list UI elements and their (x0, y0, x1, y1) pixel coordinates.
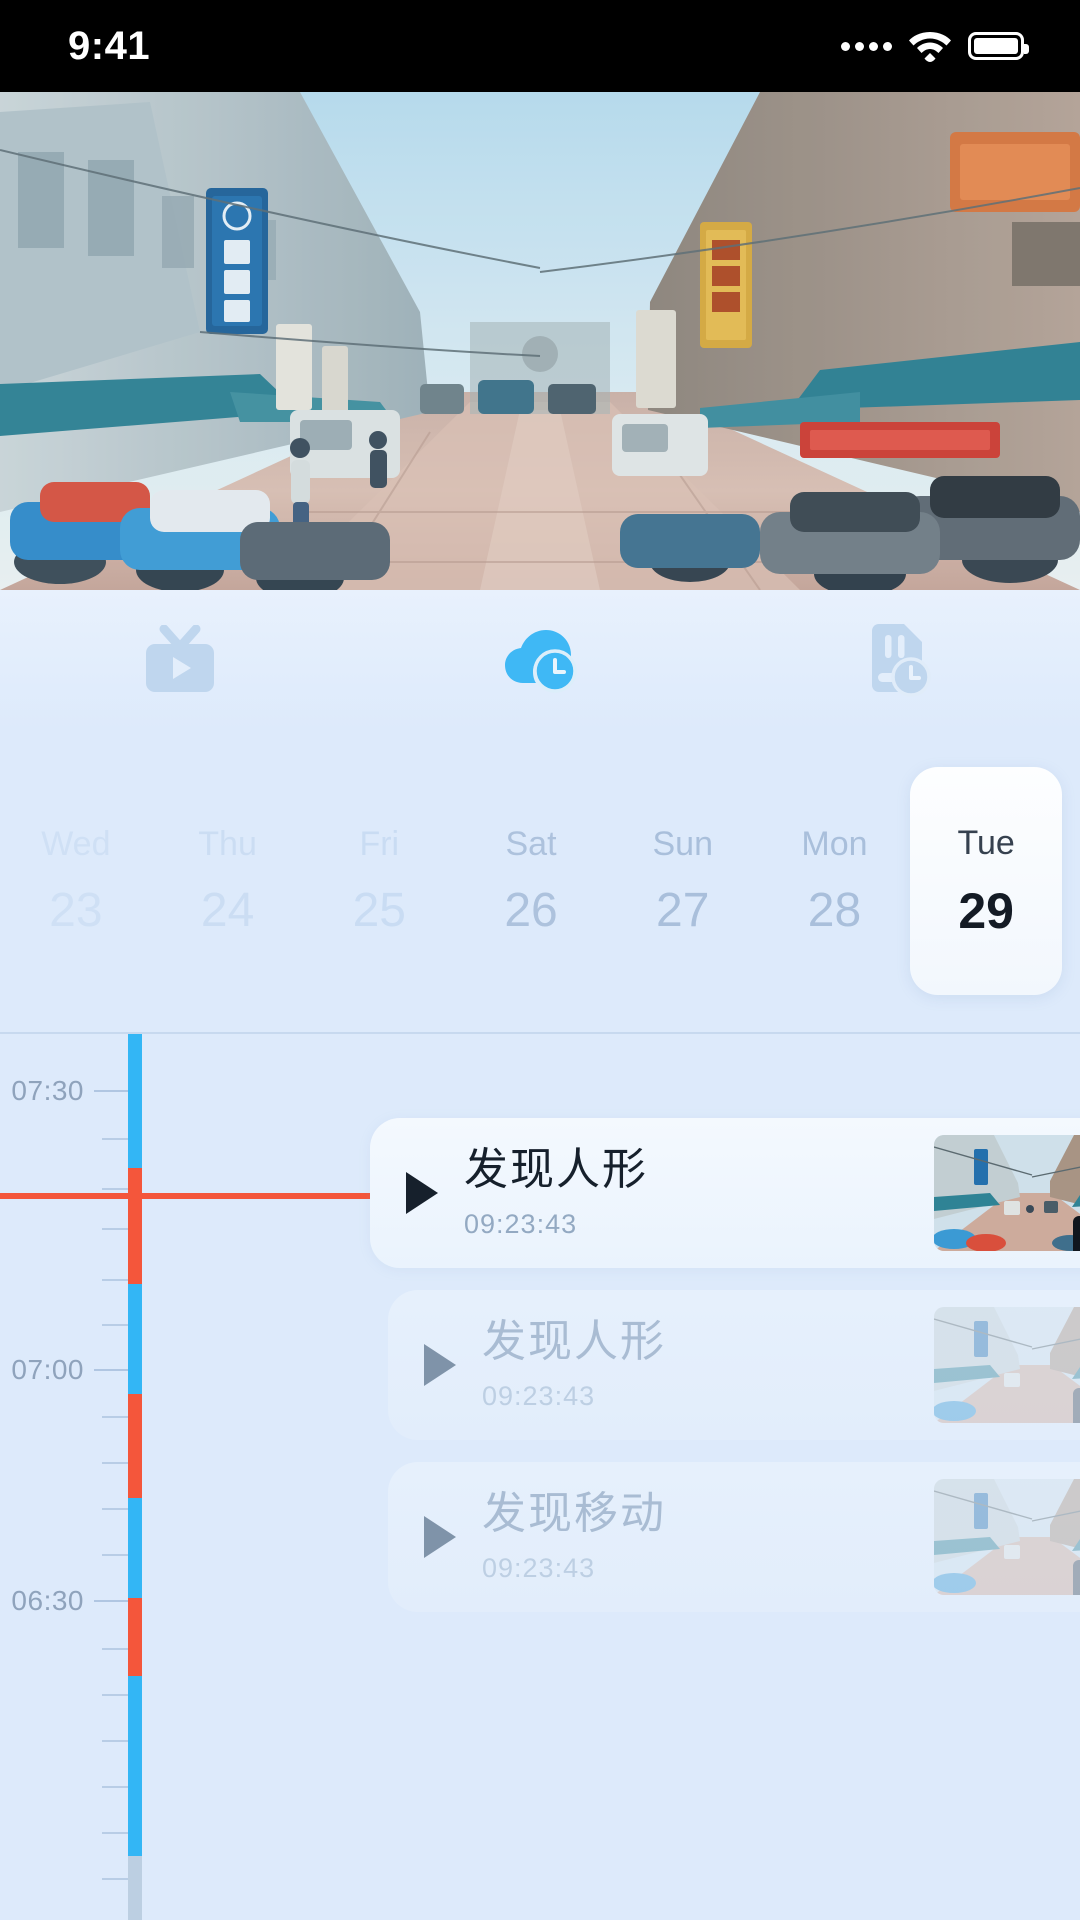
date-item-26[interactable]: Sat 26 (455, 730, 607, 1032)
cloud-clock-icon (505, 630, 577, 693)
date-dow: Thu (198, 825, 257, 863)
status-time: 9:41 (68, 24, 151, 68)
status-bar: 9:41 (0, 0, 1080, 92)
date-dow: Mon (801, 825, 868, 863)
event-time: 09:23:43 (482, 1381, 596, 1412)
status-indicators (841, 29, 1029, 63)
date-day: 26 (504, 884, 558, 937)
event-thumbnail[interactable]: 23" (934, 1479, 1080, 1595)
play-triangle-icon (424, 1516, 456, 1558)
event-thumbnail[interactable]: 23" (934, 1307, 1080, 1423)
tab-cloud[interactable] (360, 590, 720, 730)
event-list: 发现人形 09:23:43 发现人形 09:23:43 发现移动 09:23:4… (0, 1034, 1080, 1920)
play-triangle-icon (424, 1344, 456, 1386)
date-item-23[interactable]: Wed 23 (0, 730, 152, 1032)
app-screen: 9:41 Wed 23 Thu 24 Fri 25 Sat 26 Sun 27 … (0, 0, 1080, 1920)
wifi-icon (909, 32, 951, 62)
date-dow: Sat (505, 825, 557, 863)
sdcard-clock-icon (872, 624, 931, 697)
battery-icon (968, 32, 1029, 60)
date-item-29-selected[interactable]: Tue 29 (910, 767, 1063, 995)
tv-play-icon (146, 625, 214, 692)
date-item-28[interactable]: Mon 28 (759, 730, 911, 1032)
date-day: 27 (656, 884, 710, 937)
tab-live-video[interactable] (0, 590, 360, 730)
event-title: 发现移动 (482, 1488, 666, 1538)
date-strip[interactable]: Wed 23 Thu 24 Fri 25 Sat 26 Sun 27 Mon 2… (0, 730, 1080, 1032)
event-text: 发现人形 09:23:43 (464, 1146, 934, 1241)
event-time: 09:23:43 (464, 1209, 578, 1240)
event-duration-badge: 23" (1072, 1388, 1080, 1423)
event-duration-badge: 23" (1072, 1216, 1080, 1251)
date-item-24[interactable]: Thu 24 (152, 730, 304, 1032)
event-duration-badge: 23" (1072, 1560, 1080, 1595)
event-thumbnail[interactable]: 23" (934, 1135, 1080, 1251)
date-day: 23 (49, 884, 103, 937)
event-card-active[interactable]: 发现人形 09:23:43 (370, 1118, 1080, 1268)
date-day: 25 (352, 884, 406, 937)
event-time: 09:23:43 (482, 1553, 596, 1584)
play-triangle-icon (406, 1172, 438, 1214)
event-text: 发现人形 09:23:43 (482, 1318, 934, 1413)
date-day: 24 (200, 884, 255, 937)
date-day: 29 (958, 883, 1014, 939)
event-title: 发现人形 (482, 1316, 666, 1366)
event-text: 发现移动 09:23:43 (482, 1490, 934, 1585)
event-card[interactable]: 发现人形 09:23:43 (388, 1290, 1080, 1440)
date-day: 28 (807, 884, 862, 937)
tab-sdcard[interactable] (720, 590, 1080, 730)
event-title: 发现人形 (464, 1144, 648, 1194)
event-card[interactable]: 发现移动 09:23:43 (388, 1462, 1080, 1612)
signal-dots-icon (841, 41, 892, 51)
date-dow: Tue (957, 824, 1015, 862)
live-video-preview[interactable] (0, 92, 1080, 590)
date-dow: Fri (359, 825, 400, 863)
date-dow: Sun (652, 825, 713, 863)
date-item-27[interactable]: Sun 27 (607, 730, 759, 1032)
date-dow: Wed (41, 825, 111, 863)
date-item-25[interactable]: Fri 25 (303, 730, 455, 1032)
tab-bar (0, 590, 1080, 730)
